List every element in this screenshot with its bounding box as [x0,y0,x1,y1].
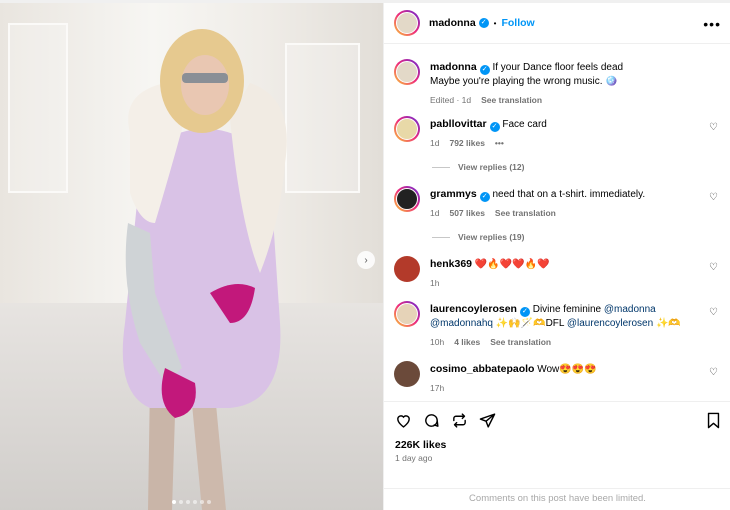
author-avatar[interactable] [394,10,420,36]
carousel-dot [193,500,197,504]
view-replies-label: View replies (12) [458,162,525,172]
post-timestamp: 1 day ago [395,453,433,463]
edited-label: Edited · 1d [430,95,472,105]
mention-link[interactable]: @madonnahq [430,318,493,329]
like-heart-icon[interactable]: ♡ [709,367,718,378]
bookmark-icon[interactable] [706,412,721,429]
carousel-next-button[interactable]: › [357,251,375,269]
like-heart-icon[interactable]: ♡ [709,122,718,133]
view-replies-label: View replies (19) [458,232,525,242]
comment-likes[interactable]: 792 likes [449,136,484,150]
view-replies-link[interactable]: View replies (12) [432,162,524,172]
like-heart-icon[interactable]: ♡ [709,307,718,318]
see-translation-link[interactable]: See translation [490,335,551,349]
comment-username[interactable]: cosimo_abbatepaolo [430,363,534,375]
post-photo-subject [122,29,287,510]
comment-username[interactable]: henk369 [430,258,472,270]
background-door [8,23,68,193]
comment-time: 17h [430,383,445,393]
comment-time: 10h [430,337,445,347]
view-replies-link[interactable]: View replies (19) [432,232,524,242]
share-icon[interactable] [479,412,496,429]
post-header: madonna ✓ • Follow ••• [384,3,730,44]
verified-icon: ✓ [479,65,490,75]
reply-line [432,236,450,238]
comment-text: Face card [502,119,547,130]
comment-time: 1h [430,278,440,288]
verified-icon: ✓ [489,122,500,132]
comment-item: henk369 ❤️🔥❤️❤️🔥❤️ 1h ♡ [394,256,724,292]
follow-button[interactable]: Follow [501,17,534,29]
comment-username[interactable]: pabllovittar [430,118,487,130]
carousel-dots [0,500,383,504]
comment-text-post: ✨🫶 [653,318,681,329]
mention-link[interactable]: @laurencoylerosen [567,318,653,329]
comment-icon[interactable] [423,412,440,429]
post-media[interactable]: › [0,3,383,510]
caption-username[interactable]: madonna [430,61,477,73]
repost-icon[interactable] [451,412,468,429]
carousel-dot [172,500,176,504]
carousel-dot [186,500,190,504]
caption-text-line1: If your Dance floor feels dead [492,62,624,73]
see-translation-link[interactable]: See translation [481,93,542,107]
comment-text: Wow😍😍😍 [537,364,597,375]
comment-time: 1d [430,208,440,218]
comment-username[interactable]: grammys [430,188,477,200]
verified-icon: ✓ [478,18,489,28]
comment-text-mid: ✨🙌🪄🫶DFL [492,318,567,329]
comments-limited-notice: Comments on this post have been limited. [384,488,730,504]
post-caption: madonna ✓ If your Dance floor feels dead … [394,59,724,109]
more-options-icon[interactable]: ••• [703,16,721,32]
commenter-avatar[interactable] [394,186,420,212]
comment-time: 1d [430,138,440,148]
comment-item: pabllovittar ✓ Face card 1d 792 likes •••… [394,116,724,156]
commenter-avatar[interactable] [394,256,420,282]
carousel-dot [179,500,183,504]
comment-item: cosimo_abbatepaolo Wow😍😍😍 17h ♡ [394,361,724,397]
verified-icon: ✓ [519,307,530,317]
comment-text: need that on a t-shirt. immediately. [492,189,646,200]
header-separator: • [493,18,497,28]
caption-text-line2: Maybe you're playing the wrong music. 🪩 [430,76,618,87]
comment-likes[interactable]: 507 likes [449,206,484,220]
comment-likes[interactable]: 4 likes [454,335,480,349]
mention-link[interactable]: @madonna [604,304,656,315]
like-heart-icon[interactable]: ♡ [709,192,718,203]
post-side-panel: madonna ✓ • Follow ••• madonna ✓ If your … [383,3,730,510]
author-avatar[interactable] [394,59,420,85]
see-translation-link[interactable]: See translation [495,206,556,220]
like-heart-icon[interactable]: ♡ [709,262,718,273]
commenter-avatar[interactable] [394,361,420,387]
comment-text-pre: Divine feminine [532,304,604,315]
commenter-avatar[interactable] [394,301,420,327]
comment-username[interactable]: laurencoylerosen [430,303,517,315]
commenter-avatar[interactable] [394,116,420,142]
carousel-dot [200,500,204,504]
carousel-dot [207,500,211,504]
reply-line [432,166,450,168]
comment-options-icon[interactable]: ••• [495,136,504,150]
comment-text: ❤️🔥❤️❤️🔥❤️ [474,259,550,270]
post-actions: 226K likes 1 day ago Comments on this po… [384,401,730,510]
comment-item: laurencoylerosen ✓ Divine feminine @madon… [394,301,724,351]
comment-item: grammys ✓ need that on a t-shirt. immedia… [394,186,724,226]
post-likes-count[interactable]: 226K likes [395,439,446,451]
chevron-right-icon: › [364,254,368,266]
heart-icon[interactable] [395,412,412,429]
author-username[interactable]: madonna [429,17,476,29]
verified-icon: ✓ [479,192,490,202]
